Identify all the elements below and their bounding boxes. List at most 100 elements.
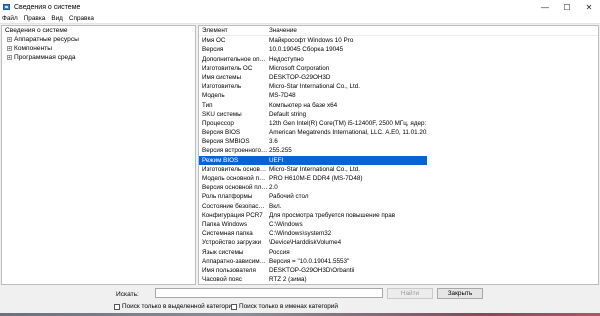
- close-button[interactable]: Закрыть: [437, 288, 483, 299]
- table-row[interactable]: Модель основной плат... PRO H610M-E DDR4 …: [199, 174, 598, 183]
- row-item-name: Конфигурация PCR7: [202, 211, 263, 219]
- checkbox-box[interactable]: [231, 303, 237, 310]
- tree-item-label: Аппаратные ресурсы: [14, 36, 79, 43]
- row-item-name: Модель основной плат...: [202, 175, 268, 182]
- tree-root-system-summary[interactable]: Сведения о системе: [2, 26, 195, 35]
- tree-item-hardware-resources[interactable]: + Аппаратные ресурсы: [2, 35, 195, 44]
- table-row[interactable]: Дополнительное опис... Недоступно: [199, 55, 598, 64]
- menu-edit[interactable]: Правка: [21, 14, 49, 23]
- table-row[interactable]: SKU системы Default string: [199, 110, 598, 119]
- row-item-value: Для просмотра требуется повышение прав: [269, 211, 396, 219]
- maximize-icon[interactable]: ☐: [556, 0, 578, 14]
- checkbox-box[interactable]: [114, 303, 120, 310]
- table-row[interactable]: Версия основной плат... 2.0: [199, 183, 598, 192]
- row-item-name: Версия основной плат...: [202, 184, 268, 192]
- search-selected-category-checkbox[interactable]: Поиск только в выделенной категории: [114, 303, 236, 310]
- expand-icon[interactable]: +: [7, 37, 12, 43]
- table-row[interactable]: Режим BIOS UEFI: [199, 155, 598, 165]
- table-row[interactable]: Версия встроенного к... 255.255: [199, 146, 598, 155]
- row-item-name: Процессор: [202, 119, 234, 127]
- table-row[interactable]: Установленная операт...32,0 ГБ: [199, 284, 598, 285]
- row-item-value: Компьютер на базе x64: [269, 101, 338, 109]
- tree-item-label: Программная среда: [14, 54, 76, 61]
- row-item-value: Micro-Star International Co., Ltd.: [269, 83, 360, 91]
- expand-icon[interactable]: +: [7, 46, 12, 52]
- table-row[interactable]: Имя ОС Майкрософт Windows 10 Pro: [199, 36, 598, 45]
- table-row[interactable]: Имя системы DESKTOP-G29OH3D: [199, 73, 598, 82]
- menu-help[interactable]: Справка: [66, 14, 97, 23]
- table-body: Имя ОС Майкрософт Windows 10 Pro Версия 10.…: [199, 36, 598, 285]
- column-header-item[interactable]: Элемент: [199, 26, 268, 35]
- minimize-icon[interactable]: —: [534, 0, 556, 14]
- row-item-name: Имя пользователя: [202, 266, 256, 274]
- checkbox-label: Поиск только в выделенной категории: [122, 303, 236, 310]
- row-item-value: Недоступно: [269, 55, 304, 63]
- row-item-name: Модель: [202, 92, 225, 100]
- row-item-value: RTZ 2 (зима): [269, 276, 307, 284]
- row-item-value: Рабочий стол: [269, 193, 309, 201]
- menu-view[interactable]: Вид: [48, 14, 66, 23]
- search-panel: Искать: Найти Закрыть Поиск только в выд…: [0, 286, 600, 316]
- row-item-value: C:\Windows: [269, 220, 303, 228]
- table-row[interactable]: Изготовитель ОС Microsoft Corporation: [199, 64, 598, 73]
- table-row[interactable]: Тип Компьютер на базе x64: [199, 101, 598, 110]
- row-item-name: Изготовитель основно...: [202, 165, 268, 173]
- row-item-value: Micro-Star International Co., Ltd.: [269, 165, 360, 173]
- table-row[interactable]: Часовой пояс RTZ 2 (зима): [199, 275, 598, 284]
- table-row[interactable]: Процессор 12th Gen Intel(R) Core(TM) i5-1…: [199, 119, 598, 128]
- table-row[interactable]: Устройство загрузки \Device\HarddiskVolum…: [199, 238, 598, 247]
- tree-item-components[interactable]: + Компоненты: [2, 44, 195, 53]
- row-item-value: Microsoft Corporation: [269, 64, 330, 72]
- table-row[interactable]: Состояние безопасно... Вкл.: [199, 202, 598, 211]
- row-item-name: Имя системы: [202, 73, 241, 81]
- window-controls: — ☐ ✕: [534, 0, 600, 14]
- table-row[interactable]: Изготовитель Micro-Star International Co.…: [199, 82, 598, 91]
- menu-bar: Файл Правка Вид Справка: [0, 14, 600, 24]
- details-table[interactable]: Элемент Значение Имя ОС Майкрософт Window…: [198, 25, 599, 285]
- row-item-value: 255.255: [269, 147, 292, 155]
- window-title: Сведения о системе: [14, 3, 81, 11]
- row-item-name: Устройство загрузки: [202, 239, 262, 247]
- find-button[interactable]: Найти: [387, 288, 433, 299]
- row-item-value: 2.0: [269, 184, 278, 192]
- row-item-value: DESKTOP-G29OH3D: [269, 73, 331, 81]
- table-row[interactable]: Системная папка C:\Windows\system32: [199, 229, 598, 238]
- table-row[interactable]: Аппаратно-зависимы... Версия = "10.0.1904…: [199, 257, 598, 266]
- table-row[interactable]: Папка Windows C:\Windows: [199, 220, 598, 229]
- row-item-value: Россия: [269, 248, 290, 256]
- row-item-value: MS-7D48: [269, 92, 296, 100]
- row-item-name: Установленная операт...: [199, 284, 268, 285]
- table-row[interactable]: Изготовитель основно... Micro-Star Intern…: [199, 165, 598, 174]
- close-icon[interactable]: ✕: [578, 0, 600, 14]
- row-item-value: Версия = "10.0.19041.5553": [269, 257, 350, 265]
- table-row[interactable]: Версия SMBIOS 3.6: [199, 137, 598, 146]
- search-input[interactable]: [155, 288, 383, 298]
- search-category-names-checkbox[interactable]: Поиск только в именах категорий: [231, 303, 338, 310]
- row-item-name: Системная папка: [202, 230, 253, 238]
- table-row[interactable]: Конфигурация PCR7 Для просмотра требуется…: [199, 211, 598, 220]
- row-item-value: Майкрософт Windows 10 Pro: [269, 37, 354, 45]
- table-row[interactable]: Имя пользователя DESKTOP-G29OH3D\Orbantii: [199, 266, 598, 275]
- row-item-value: Вкл.: [269, 202, 282, 210]
- row-item-value: 12th Gen Intel(R) Core(TM) i5-12400F, 25…: [269, 119, 427, 127]
- table-row[interactable]: Роль платформы Рабочий стол: [199, 192, 598, 201]
- row-item-value: American Megatrends International, LLC. …: [269, 129, 427, 137]
- system-info-app-icon: [3, 4, 10, 10]
- row-item-name: Папка Windows: [202, 220, 248, 228]
- title-bar: Сведения о системе — ☐ ✕: [0, 0, 600, 14]
- category-tree[interactable]: Сведения о системе + Аппаратные ресурсы …: [1, 25, 196, 285]
- row-item-name: Версия BIOS: [202, 129, 241, 137]
- column-header-value[interactable]: Значение: [268, 26, 427, 35]
- row-item-value: 32,0 ГБ: [268, 284, 427, 285]
- table-row[interactable]: Модель MS-7D48: [199, 91, 598, 100]
- expand-icon[interactable]: +: [7, 55, 12, 61]
- row-item-name: Изготовитель: [202, 83, 242, 91]
- table-row[interactable]: Версия BIOS American Megatrends Internati…: [199, 128, 598, 137]
- tree-item-software-environment[interactable]: + Программная среда: [2, 53, 195, 62]
- menu-file[interactable]: Файл: [0, 14, 21, 23]
- row-item-value: C:\Windows\system32: [269, 230, 332, 238]
- table-row[interactable]: Язык системы Россия: [199, 248, 598, 257]
- row-item-name: Режим BIOS: [199, 155, 268, 165]
- table-row[interactable]: Версия 10.0.19045 Сборка 19045: [199, 45, 598, 54]
- row-item-name: SKU системы: [202, 110, 242, 118]
